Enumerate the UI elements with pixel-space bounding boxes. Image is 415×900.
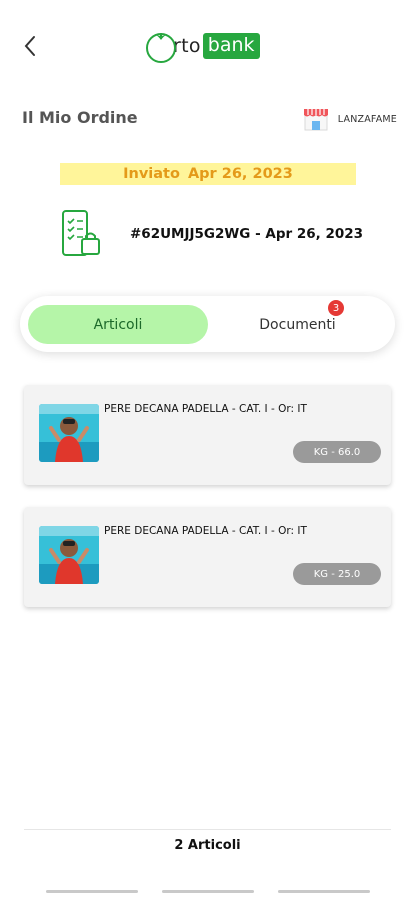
status-banner: Inviato Apr 26, 2023: [60, 163, 356, 185]
product-image: [39, 404, 99, 462]
logo-badge: bank: [202, 33, 260, 59]
back-button[interactable]: [16, 30, 44, 62]
product-name: PERE DECANA PADELLA - CAT. I - Or: IT: [104, 403, 307, 415]
system-nav-bar: [0, 886, 415, 900]
product-image: [39, 526, 99, 584]
product-name: PERE DECANA PADELLA - CAT. I - Or: IT: [104, 525, 307, 537]
top-bar: rto bank: [0, 0, 415, 95]
footer-divider: [24, 829, 391, 830]
nav-handle-left[interactable]: [46, 890, 138, 893]
nav-handle-center[interactable]: [162, 890, 254, 893]
mobile-order-icon: [62, 210, 100, 256]
list-item[interactable]: PERE DECANA PADELLA - CAT. I - Or: IT KG…: [24, 385, 391, 485]
page-title: Il Mio Ordine: [22, 108, 138, 127]
nav-handle-right[interactable]: [278, 890, 370, 893]
article-count: 2 Articoli: [174, 838, 241, 853]
app-logo: rto bank: [143, 26, 260, 66]
tab-documents[interactable]: Documenti: [225, 305, 370, 344]
tomato-logo-icon: [143, 28, 179, 64]
store-selector[interactable]: LANZAFAME: [302, 106, 397, 132]
status-label: Inviato: [123, 166, 180, 182]
order-code: #62UMJJ5G2WG - Apr 26, 2023: [130, 226, 364, 242]
documents-count-badge: 3: [328, 300, 344, 316]
quantity-badge: KG - 66.0: [293, 441, 381, 463]
back-arrow-icon: [24, 36, 35, 56]
store-icon: [303, 109, 328, 131]
store-name: LANZAFAME: [337, 113, 397, 125]
order-summary: #62UMJJ5G2WG - Apr 26, 2023: [60, 208, 390, 260]
tab-bar: Articoli Documenti 3: [20, 296, 395, 352]
quantity-badge: KG - 25.0: [293, 563, 381, 585]
list-item[interactable]: PERE DECANA PADELLA - CAT. I - Or: IT KG…: [24, 507, 391, 607]
status-date: Apr 26, 2023: [187, 166, 293, 182]
tab-articles[interactable]: Articoli: [28, 305, 208, 344]
